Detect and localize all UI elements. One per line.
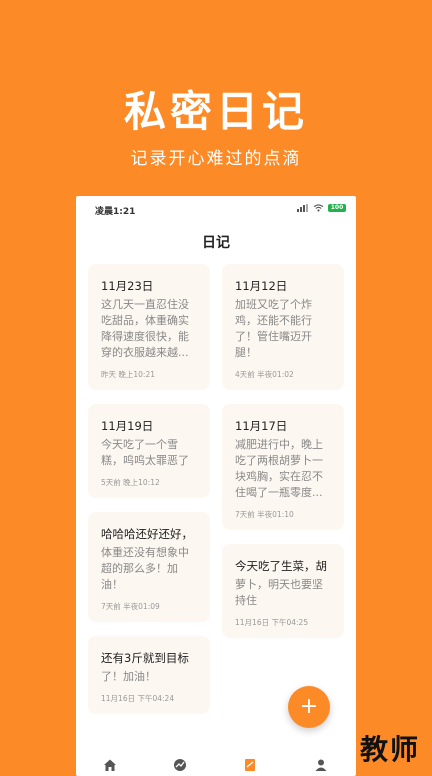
card-content: 体重还没有想象中超的那么多！加油！ bbox=[101, 546, 189, 591]
status-time: 凌晨1:21 bbox=[95, 207, 136, 217]
status-bar: 凌晨1:21 100 bbox=[76, 196, 356, 222]
card-timestamp: 7天前 半夜01:10 bbox=[235, 510, 294, 519]
phone-screen: 凌晨1:21 100 日记 11月23日 这几天一直忍住没吃甜品，体重确实降得速… bbox=[76, 196, 356, 776]
watermark: 教师 bbox=[360, 733, 421, 766]
page-title: 日记 bbox=[202, 235, 230, 251]
wifi-icon bbox=[313, 204, 324, 212]
diary-icon[interactable] bbox=[243, 758, 257, 772]
card-content: 这几天一直忍住没吃甜品，体重确实降得速度很快，能穿的衣服越来越... bbox=[101, 298, 189, 359]
card-date: 哈哈哈还好还好， bbox=[101, 527, 193, 541]
card-timestamp: 11月16日 下午04:24 bbox=[101, 694, 175, 703]
card-timestamp: 11月16日 下午04:25 bbox=[235, 618, 309, 627]
card-timestamp: 5天前 晚上10:12 bbox=[101, 478, 160, 487]
diary-card[interactable]: 11月17日 减肥进行中，晚上吃了两根胡萝卜一块鸡胸，实在忍不住喝了一瓶零度..… bbox=[222, 404, 344, 530]
card-timestamp: 昨天 晚上10:21 bbox=[101, 370, 155, 379]
add-diary-button[interactable]: + bbox=[288, 686, 330, 728]
diary-card[interactable]: 今天吃了生菜，胡 萝卜，明天也要坚持住 11月16日 下午04:25 bbox=[222, 544, 344, 638]
card-content: 今天吃了一个雪糕，呜呜太罪恶了 bbox=[101, 438, 189, 467]
diary-card[interactable]: 哈哈哈还好还好， 体重还没有想象中超的那么多！加油！ 7天前 半夜01:09 bbox=[88, 512, 210, 622]
battery-icon: 100 bbox=[328, 204, 346, 212]
card-date: 11月19日 bbox=[101, 419, 154, 433]
profile-icon[interactable] bbox=[314, 758, 328, 772]
status-icons: 100 bbox=[297, 204, 346, 212]
card-timestamp: 4天前 半夜01:02 bbox=[235, 370, 294, 379]
diary-card[interactable]: 还有3斤就到目标 了！加油！ 11月16日 下午04:24 bbox=[88, 636, 210, 714]
card-date: 11月17日 bbox=[235, 419, 288, 433]
chart-icon[interactable] bbox=[173, 758, 187, 772]
signal-icon bbox=[297, 204, 309, 212]
card-date: 今天吃了生菜，胡 bbox=[235, 559, 327, 573]
promo-title: 私密日记 bbox=[123, 87, 308, 136]
bottom-nav bbox=[76, 752, 356, 776]
diary-card[interactable]: 11月19日 今天吃了一个雪糕，呜呜太罪恶了 5天前 晚上10:12 bbox=[88, 404, 210, 498]
promo-subtitle: 记录开心难过的点滴 bbox=[130, 149, 302, 169]
card-content: 减肥进行中，晚上吃了两根胡萝卜一块鸡胸，实在忍不住喝了一瓶零度... bbox=[235, 438, 323, 499]
home-icon[interactable] bbox=[103, 758, 117, 772]
card-date: 还有3斤就到目标 bbox=[101, 651, 189, 665]
diary-card[interactable]: 11月12日 加班又吃了个炸鸡，还能不能行了！管住嘴迈开腿！ 4天前 半夜01:… bbox=[222, 264, 344, 390]
card-content: 了！加油！ bbox=[101, 670, 156, 683]
card-date: 11月12日 bbox=[235, 279, 288, 293]
card-date: 11月23日 bbox=[101, 279, 154, 293]
card-timestamp: 7天前 半夜01:09 bbox=[101, 602, 160, 611]
card-content: 萝卜，明天也要坚持住 bbox=[235, 578, 323, 607]
diary-card[interactable]: 11月23日 这几天一直忍住没吃甜品，体重确实降得速度很快，能穿的衣服越来越..… bbox=[88, 264, 210, 390]
card-content: 加班又吃了个炸鸡，还能不能行了！管住嘴迈开腿！ bbox=[235, 298, 312, 359]
